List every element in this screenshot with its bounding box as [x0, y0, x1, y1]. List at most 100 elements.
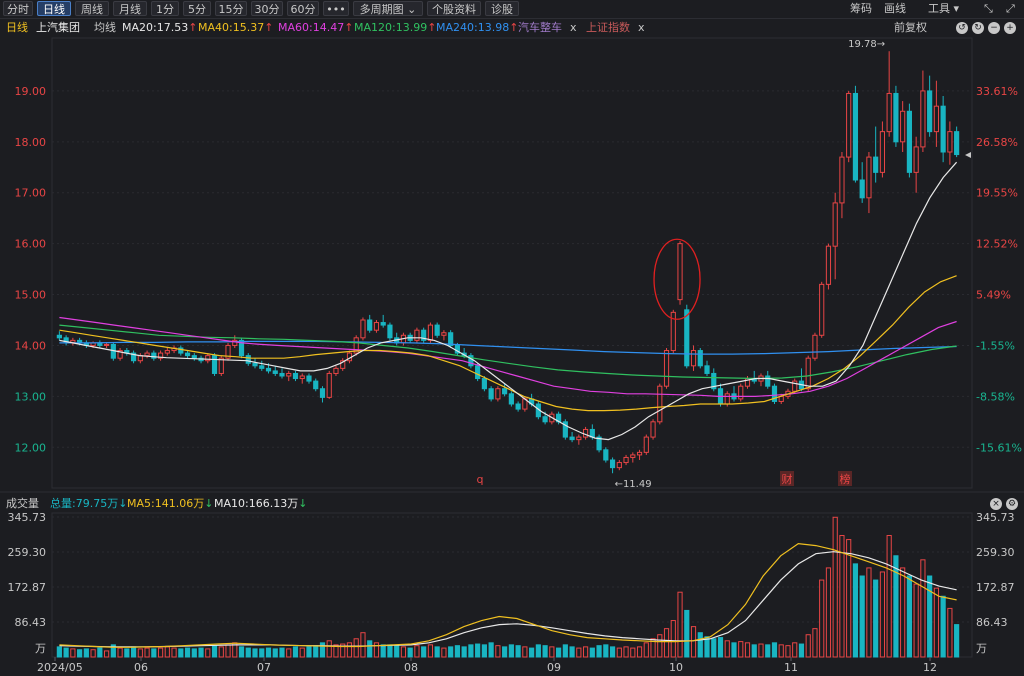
period-tab-4[interactable]: 1分	[151, 1, 179, 16]
candle	[947, 131, 953, 153]
candle	[481, 378, 487, 390]
volume-bar	[522, 646, 528, 658]
overlay-sector-close[interactable]: x	[570, 19, 577, 37]
volume-total: 总量:79.75万↓	[50, 497, 128, 510]
redo-icon[interactable]: ↻	[972, 22, 984, 34]
zoom-out-icon[interactable]: −	[988, 22, 1000, 34]
period-tab-6[interactable]: 15分	[215, 1, 247, 16]
price-tick-label: 17.00	[15, 187, 47, 200]
collapse-icon[interactable]: ⤢	[1006, 1, 1015, 17]
stock-name[interactable]: 上汽集团	[36, 19, 80, 37]
volume-bar	[333, 644, 339, 658]
kline-chart[interactable]: 19.00 33.61% 18.00 26.58% 17.00 19.55% 16.00 12…	[0, 0, 1024, 676]
period-tab-7[interactable]: 30分	[251, 1, 283, 16]
close-volume-icon[interactable]: ×	[990, 498, 1002, 510]
event-marker-bg	[838, 471, 852, 486]
x-axis-label: 10	[669, 661, 683, 674]
volume-bar	[771, 642, 778, 658]
volume-bar	[947, 607, 953, 658]
candle	[360, 319, 366, 339]
period-tab-2[interactable]: 周线	[75, 1, 109, 16]
candle	[798, 380, 805, 390]
volume-bar	[603, 644, 609, 658]
period-tab-5[interactable]: 5分	[183, 1, 211, 16]
overlay-index-close[interactable]: x	[638, 19, 645, 37]
period-tab-0[interactable]: 分时	[3, 1, 33, 16]
volume-bar	[502, 646, 508, 658]
volume-settings-icon[interactable]: ⚙	[1006, 498, 1018, 510]
candle	[232, 339, 238, 346]
adjust-mode[interactable]: 前复权	[894, 19, 927, 37]
overlay-sector[interactable]: 汽车整车	[518, 19, 562, 37]
candle	[191, 355, 197, 359]
candle	[657, 385, 663, 423]
volume-bar	[191, 648, 197, 658]
percent-tick-label: -1.55%	[976, 339, 1015, 352]
volume-bar	[549, 646, 555, 658]
candle	[569, 436, 575, 441]
multi-period-dropdown[interactable]: 多周期图 ⌄	[353, 1, 423, 16]
ma-value-3: MA120:13.99↑	[354, 21, 437, 34]
candle	[346, 352, 353, 362]
toolbar-right-0[interactable]: 筹码	[850, 1, 872, 17]
expand-icon[interactable]: ⤡	[984, 1, 993, 17]
volume-bar	[218, 646, 224, 658]
candle	[562, 421, 568, 438]
toolbar-right-1[interactable]: 画线	[884, 1, 906, 17]
volume-bar	[825, 567, 832, 658]
volume-bar	[157, 647, 164, 658]
volume-bar	[677, 591, 683, 658]
overlay-index[interactable]: 上证指数	[586, 19, 630, 37]
volume-bar	[596, 645, 602, 658]
candle	[582, 428, 589, 438]
candle	[414, 329, 420, 341]
volume-bar	[353, 638, 359, 658]
price-tick-label: 14.00	[15, 339, 47, 352]
candle	[785, 390, 791, 397]
volume-bar	[927, 575, 933, 658]
candle	[90, 342, 96, 346]
x-axis-label: 11	[784, 661, 798, 674]
volume-bar	[724, 640, 730, 658]
candle	[866, 156, 872, 199]
price-tick-label: 12.00	[15, 441, 47, 454]
candle	[954, 131, 960, 156]
more-button[interactable]: •••	[323, 1, 349, 16]
candle	[940, 105, 946, 153]
price-panel	[51, 37, 973, 489]
candle	[441, 332, 447, 336]
volume-title: 成交量	[6, 497, 39, 510]
ma-label[interactable]: 均线	[94, 19, 116, 37]
period-tab-8[interactable]: 60分	[287, 1, 319, 16]
candle	[218, 357, 224, 374]
candle	[839, 156, 845, 204]
volume-bar	[292, 646, 299, 658]
volume-bar	[306, 646, 312, 658]
price-tick-label: 18.00	[15, 136, 47, 149]
zoom-in-icon[interactable]: +	[1004, 22, 1016, 34]
period-tab-3[interactable]: 月线	[113, 1, 147, 16]
volume-bar	[663, 628, 670, 658]
ma-value-4: MA240:13.98↑	[436, 21, 519, 34]
ma-value-1: MA40:15.37↑	[198, 21, 274, 34]
volume-bar	[852, 563, 859, 658]
price-tick-label: 13.00	[15, 390, 47, 403]
reset-icon[interactable]: ↺	[956, 22, 968, 34]
candle	[184, 352, 191, 357]
candle	[211, 355, 218, 374]
volume-bar	[481, 644, 487, 658]
volume-bar	[704, 636, 710, 658]
volume-bar	[859, 575, 865, 658]
candle	[70, 339, 76, 343]
candle	[832, 202, 838, 247]
volume-bar	[367, 640, 373, 658]
period-toolbar: 分时 日线 周线 月线 1分 5分 15分 30分 60分 ••• 多周期图 ⌄ 个股资料 诊股 筹码 画线…	[0, 0, 1024, 19]
volume-bar	[792, 642, 798, 658]
toolbar-right-2[interactable]: 工具 ▾	[928, 1, 959, 17]
candle	[724, 393, 730, 405]
stock-info-button[interactable]: 个股资料	[427, 1, 481, 16]
candle	[495, 388, 501, 400]
diagnose-button[interactable]: 诊股	[485, 1, 519, 16]
volume-bar	[744, 642, 751, 658]
period-tab-1[interactable]: 日线	[37, 1, 71, 16]
